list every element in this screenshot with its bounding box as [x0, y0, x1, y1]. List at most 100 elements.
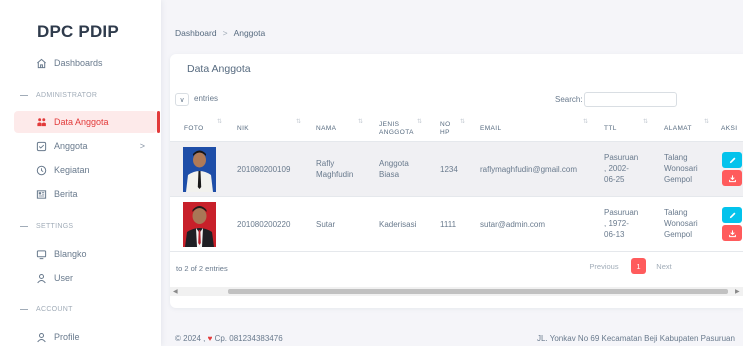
download-button[interactable] [722, 170, 742, 186]
cell-ttl: Pasuruan , 1972- 06-13 [604, 207, 638, 240]
header-foto[interactable]: FOTO [184, 125, 204, 133]
users-icon [35, 116, 47, 128]
header-alamat[interactable]: ALAMAT [664, 125, 692, 133]
cell-line: Rafly [316, 159, 335, 168]
footer-contact: Cp. 081234383476 [214, 334, 283, 343]
sidebar-item-label: User [54, 273, 74, 283]
download-icon [728, 229, 736, 237]
cell-nik: 201080200109 [237, 165, 291, 174]
cell-line: Talang [664, 208, 688, 217]
cell-line: Biasa [379, 170, 400, 179]
section-label: SETTINGS [36, 223, 74, 230]
cell-line: Wonosari [664, 219, 698, 228]
entries-select[interactable]: ∨ [175, 93, 189, 106]
cell-line: Maghfudin [316, 170, 354, 179]
scrollbar-thumb[interactable] [228, 289, 728, 294]
download-button[interactable] [722, 225, 742, 241]
header-ttl[interactable]: TTL [604, 125, 617, 133]
download-icon [728, 174, 736, 182]
pagination-previous[interactable]: Previous [585, 258, 623, 274]
sort-icon: ⇅ [704, 119, 710, 125]
sort-icon: ⇅ [643, 119, 649, 125]
horizontal-scrollbar[interactable]: ◀ ▶ [170, 287, 743, 296]
cell-ttl: Pasuruan , 2002- 06-25 [604, 152, 638, 185]
cell-line: Wonosari [664, 164, 698, 173]
cell-line: Talang [664, 153, 688, 162]
cell-nohp: 1234 [440, 165, 458, 174]
header-email[interactable]: EMAIL [480, 125, 502, 133]
table-row: 201080200109 Rafly Maghfudin Anggota Biasa… [170, 142, 743, 197]
sidebar-item-label: Berita [54, 189, 78, 199]
sidebar-item-profile[interactable]: Profile [14, 326, 157, 346]
pencil-icon [729, 212, 735, 218]
sidebar-item-label: Blangko [54, 249, 87, 259]
newspaper-icon [35, 188, 47, 200]
sort-icon: ⇅ [217, 119, 223, 125]
search-input[interactable] [584, 92, 677, 107]
member-photo [183, 147, 216, 192]
scroll-right-icon[interactable]: ▶ [735, 288, 740, 295]
search-label: Search: [555, 95, 583, 104]
cell-alamat: Talang Wonosari Gempol [664, 207, 698, 240]
cell-alamat: Talang Wonosari Gempol [664, 152, 698, 185]
sidebar-item-user[interactable]: User [14, 267, 157, 289]
header-nik[interactable]: NIK [237, 125, 249, 133]
cell-jenis: Anggota Biasa [379, 158, 409, 180]
sidebar-item-label: Data Anggota [54, 117, 109, 127]
cell-line: Pasuruan [604, 208, 639, 217]
breadcrumb: Dashboard > Anggota [175, 28, 265, 38]
cell-line: , 1972- [604, 219, 629, 228]
edit-button[interactable] [722, 152, 742, 168]
pencil-icon [729, 157, 735, 163]
chevron-right-icon: > [139, 141, 145, 151]
cell-email: raflymaghfudin@gmail.com [480, 165, 578, 174]
sidebar-item-berita[interactable]: Berita [14, 183, 157, 205]
edit-button[interactable] [722, 207, 742, 223]
cell-line: 06-25 [604, 175, 625, 184]
scroll-left-icon[interactable]: ◀ [173, 288, 178, 295]
cell-nama: Sutar [316, 220, 336, 229]
sidebar-item-data-anggota[interactable]: Data Anggota [14, 111, 157, 133]
cell-nama: Rafly Maghfudin [316, 158, 353, 180]
sort-icon: ⇅ [296, 119, 302, 125]
sidebar-item-anggota[interactable]: Anggota > [14, 135, 157, 157]
brand-title[interactable]: DPC PDIP [37, 22, 119, 42]
section-label: ADMINISTRATOR [36, 92, 98, 99]
table-row: 201080200220 Sutar Kaderisasi 1111 sutar… [170, 197, 743, 252]
sidebar-item-kegiatan[interactable]: Kegiatan [14, 159, 157, 181]
sidebar-item-label: Kegiatan [54, 165, 90, 175]
cell-line: Gempol [664, 175, 693, 184]
cell-line: Pasuruan [604, 153, 639, 162]
pagination-next[interactable]: Next [650, 258, 678, 274]
id-card-icon [35, 140, 47, 152]
home-icon [35, 57, 47, 69]
breadcrumb-home[interactable]: Dashboard [175, 28, 217, 38]
header-line: ANGGOTA [379, 129, 414, 136]
sort-icon: ⇅ [460, 119, 466, 125]
section-label: ACCOUNT [36, 306, 73, 313]
sidebar-item-blangko[interactable]: Blangko [14, 243, 157, 265]
header-no-hp[interactable]: NO HP [440, 121, 451, 137]
heart-icon: ♥ [207, 334, 213, 343]
sort-icon: ⇅ [417, 119, 423, 125]
pagination-page-1[interactable]: 1 [631, 258, 646, 274]
header-line: HP [440, 129, 450, 136]
member-photo [183, 202, 216, 247]
data-card: Data Anggota ∨ entries Search: FOTO ⇅ NI… [170, 54, 743, 308]
breadcrumb-current: Anggota [233, 28, 266, 38]
cell-line: Anggota [379, 159, 409, 168]
footer-copyright: © 2024 , ♥ Cp. 081234383476 [175, 334, 283, 343]
sidebar-item-dashboards[interactable]: Dashboards [14, 52, 157, 74]
header-nama[interactable]: NAMA [316, 125, 336, 133]
clock-icon [35, 164, 47, 176]
section-administrator: ADMINISTRATOR [20, 92, 97, 99]
footer-address: JL. Yonkav No 69 Kecamatan Beji Kabupate… [537, 334, 735, 343]
table-info: to 2 of 2 entries [176, 264, 228, 273]
section-account: ACCOUNT [20, 306, 73, 313]
header-line: JENIS [379, 121, 400, 128]
sort-icon: ⇅ [358, 119, 364, 125]
cell-jenis: Kaderisasi [379, 220, 417, 229]
cell-nohp: 1111 [440, 220, 457, 229]
cell-line: Gempol [664, 230, 693, 239]
header-jenis-anggota[interactable]: JENIS ANGGOTA [379, 121, 414, 137]
